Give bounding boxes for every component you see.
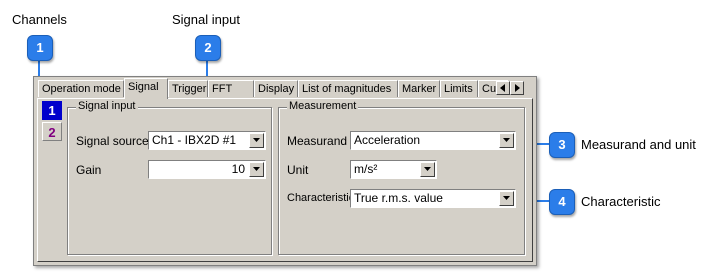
unit-dropdown-button[interactable] — [420, 162, 435, 177]
chevron-down-icon — [503, 196, 510, 200]
signal-input-callout-title: Signal input — [172, 12, 240, 27]
tab-list-of-magnitudes[interactable]: List of magnitudes — [298, 80, 398, 97]
measurand-label: Measurand — [287, 134, 348, 148]
tab-marker[interactable]: Marker — [398, 80, 440, 97]
signal-source-value: Ch1 - IBX2D #1 — [152, 133, 237, 147]
unit-label: Unit — [287, 163, 309, 177]
characteristic-select[interactable]: True r.m.s. value — [350, 189, 516, 208]
characteristic-label: Characteristic — [287, 192, 355, 204]
tab-display[interactable]: Display — [254, 80, 298, 97]
measurand-dropdown-button[interactable] — [499, 133, 514, 148]
unit-value: m/s² — [354, 162, 378, 176]
chevron-down-icon — [424, 167, 431, 171]
signal-source-label: Signal source — [76, 134, 149, 148]
gain-label: Gain — [76, 163, 102, 177]
tab-scroll-right-button[interactable] — [510, 81, 524, 95]
characteristic-value: True r.m.s. value — [354, 191, 443, 205]
tab-scroll-left-button[interactable] — [496, 81, 510, 95]
signal-tab-pane: 1 2 Signal input Signal source Ch1 - IBX… — [37, 98, 533, 262]
settings-dialog: Operation mode Signal Trigger FFT Displa… — [33, 76, 537, 266]
tab-trigger[interactable]: Trigger — [168, 80, 208, 97]
callout-badge-4: 4 — [549, 189, 575, 215]
measurement-group-label: Measurement — [287, 100, 359, 112]
unit-select[interactable]: m/s² — [350, 160, 437, 179]
tab-strip: Operation mode Signal Trigger FFT Displa… — [38, 78, 524, 99]
chevron-down-icon — [253, 167, 260, 171]
measurand-value: Acceleration — [354, 133, 421, 147]
callout-badge-2: 2 — [195, 35, 221, 61]
callout-line-1 — [38, 58, 40, 78]
arrow-right-icon — [515, 84, 520, 92]
chevron-down-icon — [253, 138, 260, 142]
measurand-select[interactable]: Acceleration — [350, 131, 516, 150]
gain-value: 10 — [231, 162, 245, 176]
tab-operation-mode[interactable]: Operation mode — [38, 80, 124, 97]
callout-badge-1: 1 — [27, 35, 53, 61]
chevron-down-icon — [503, 138, 510, 142]
measurement-group: Measurement Measurand Acceleration Unit … — [278, 100, 525, 255]
tab-signal[interactable]: Signal — [124, 78, 168, 99]
channels-callout-title: Channels — [12, 12, 67, 27]
arrow-left-icon — [500, 84, 505, 92]
signal-input-group-label: Signal input — [76, 100, 138, 112]
channel-tab-2[interactable]: 2 — [42, 122, 62, 141]
characteristic-callout-label: Characteristic — [581, 194, 661, 209]
gain-select[interactable]: 10 — [148, 160, 266, 179]
characteristic-dropdown-button[interactable] — [499, 191, 514, 206]
signal-source-select[interactable]: Ch1 - IBX2D #1 — [148, 131, 266, 150]
channel-tab-1[interactable]: 1 — [42, 101, 62, 120]
measurand-unit-callout-label: Measurand and unit — [581, 137, 696, 152]
tab-fft[interactable]: FFT — [208, 80, 254, 97]
tab-limits[interactable]: Limits — [440, 80, 478, 97]
signal-source-dropdown-button[interactable] — [249, 133, 264, 148]
callout-badge-3: 3 — [549, 132, 575, 158]
gain-dropdown-button[interactable] — [249, 162, 264, 177]
signal-input-group: Signal input Signal source Ch1 - IBX2D #… — [67, 100, 272, 255]
